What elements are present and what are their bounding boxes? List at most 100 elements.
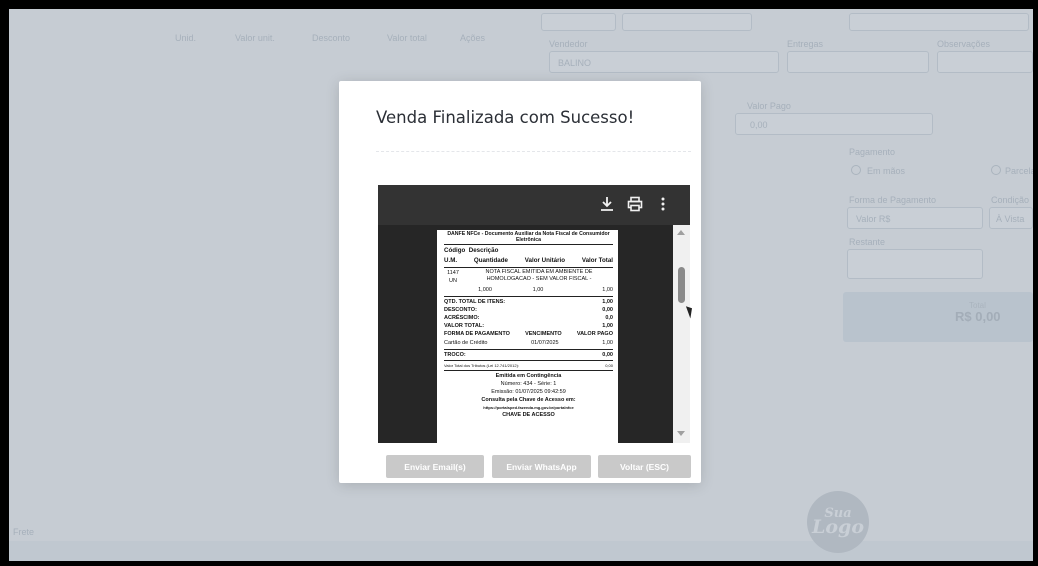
forma-pagamento-select[interactable]: Valor R$	[847, 207, 983, 229]
label-vendedor: Vendedor	[549, 39, 588, 49]
item-values-row: 1,000 1,00 1,00	[444, 285, 613, 295]
label-frete: Frete	[13, 527, 35, 537]
print-icon[interactable]	[626, 196, 644, 217]
acrescimo-row: ACRÉSCIMO: 0,0	[444, 314, 613, 322]
item-unit: UN	[449, 278, 457, 284]
receipt-header: DANFE NFCe - Documento Auxiliar da Nota …	[447, 231, 610, 243]
col-valor-unitario: Valor Unitário	[524, 257, 565, 264]
scroll-up-arrow-icon[interactable]	[677, 230, 685, 235]
col-header-unid: Unid.	[175, 33, 197, 43]
back-button[interactable]: Voltar (ESC)	[598, 455, 691, 478]
vendedor-select[interactable]: BALINO	[549, 51, 779, 73]
desconto-row: DESCONTO: 0,00	[444, 306, 613, 314]
col-header-desconto: Desconto	[312, 33, 351, 43]
pay-header-row: FORMA DE PAGAMENTO VENCIMENTO VALOR PAGO	[444, 330, 613, 338]
receipt-rule	[444, 244, 613, 245]
troco-label: TROCO:	[444, 352, 466, 358]
receipt-rule	[444, 349, 613, 350]
pay-col-venc: VENCIMENTO	[525, 331, 562, 337]
valor-pago-field[interactable]: 0,00	[735, 113, 933, 135]
app-window: Unid. Valor unit. Desconto Valor total A…	[9, 9, 1033, 561]
total-value: R$ 0,00	[955, 309, 1001, 324]
troco-value: 0,00	[602, 352, 613, 358]
col-quantidade: Quantidade	[473, 257, 508, 264]
col-header-acoes: Ações	[460, 33, 486, 43]
item-qty: 1,000	[478, 287, 492, 293]
qtd-value: 1,00	[602, 299, 613, 305]
desconto-label: DESCONTO:	[444, 307, 477, 313]
item-total: 1,00	[602, 287, 613, 293]
label-valor-pago: Valor Pago	[747, 101, 791, 111]
qtd-label: QTD. TOTAL DE ITENS:	[444, 299, 506, 305]
tributos-row: Valor Total dos Tributos (Lei 12.741/201…	[444, 362, 613, 369]
valor-total-value: 1,00	[602, 323, 613, 329]
logo-line2: Logo	[812, 516, 864, 539]
consulta-url: https://portalsped.fazenda.mg.gov.br/por…	[483, 405, 574, 410]
label-observacoes: Observações	[937, 39, 991, 49]
bg-field-2[interactable]	[622, 13, 752, 31]
col-um: U.M.	[444, 257, 458, 264]
send-whatsapp-button[interactable]: Enviar WhatsApp	[492, 455, 591, 478]
item-code: 1147	[447, 270, 459, 276]
condicao-value: À Vista	[996, 214, 1025, 224]
pdf-scrollbar[interactable]	[673, 225, 690, 443]
acrescimo-value: 0,0	[605, 315, 613, 321]
receipt-rule	[444, 296, 613, 297]
receipt-page: DANFE NFCe - Documento Auxiliar da Nota …	[437, 230, 618, 443]
pdf-content-area: DANFE NFCe - Documento Auxiliar da Nota …	[378, 225, 690, 443]
receipt-rule	[444, 267, 613, 268]
bottom-bar	[9, 541, 1033, 561]
send-email-button[interactable]: Enviar Email(s)	[386, 455, 484, 478]
item-unit-price: 1,00	[532, 287, 544, 293]
sua-logo: Sua Logo	[807, 491, 869, 553]
col-valor-total: Valor Total	[581, 257, 613, 264]
receipt-rule	[444, 360, 613, 361]
condicao-select[interactable]: À Vista	[989, 207, 1033, 229]
pay-col-valor: VALOR PAGO	[576, 331, 613, 337]
bg-field-3[interactable]	[849, 13, 1029, 31]
valor-total-row: VALOR TOTAL: 1,00	[444, 322, 613, 330]
pay-forma: Cartão de Crédito	[444, 340, 488, 346]
contingencia-text: Emitida em Contingência	[495, 373, 562, 379]
pay-row: Cartão de Crédito 01/07/2025 1,00	[444, 338, 613, 348]
pdf-toolbar	[378, 185, 690, 225]
acrescimo-label: ACRÉSCIMO:	[444, 315, 480, 321]
radio-parcelado[interactable]	[991, 165, 1001, 175]
scroll-thumb[interactable]	[678, 267, 685, 303]
tributos-label: Valor Total dos Tributos (Lei 12.741/201…	[444, 363, 520, 368]
observacoes-field[interactable]	[937, 51, 1033, 73]
download-icon[interactable]	[598, 196, 616, 217]
consulta-text: Consulta pela Chave de Acesso em:	[481, 397, 576, 403]
scroll-down-arrow-icon[interactable]	[677, 431, 685, 436]
valor-total-label: VALOR TOTAL:	[444, 323, 485, 329]
receipt-col-header-1: Código Descrição	[444, 246, 613, 256]
modal-title: Venda Finalizada com Sucesso!	[376, 108, 635, 127]
emissao-text: Emissão: 01/07/2025 09:42:59	[491, 389, 566, 395]
radio-em-maos-label: Em mãos	[867, 166, 906, 176]
item-desc: NOTA FISCAL EMITIDA EM AMBIENTE DE HOMOL…	[485, 269, 593, 282]
radio-parcelado-label: Parcelado	[1005, 166, 1033, 176]
label-entregas: Entregas	[787, 39, 824, 49]
modal-divider	[376, 151, 691, 152]
col-header-valor-unit: Valor unit.	[235, 33, 275, 43]
sale-success-modal: Venda Finalizada com Sucesso! DANFE NFCe…	[339, 81, 701, 483]
pay-col-forma: FORMA DE PAGAMENTO	[444, 331, 510, 337]
restante-box	[847, 249, 983, 279]
label-pagamento: Pagamento	[849, 147, 896, 157]
col-header-valor-total: Valor total	[387, 33, 427, 43]
receipt-col-header-2: U.M. Quantidade Valor Unitário Valor Tot…	[444, 256, 613, 266]
bg-field-1[interactable]	[541, 13, 616, 31]
forma-pagamento-value: Valor R$	[856, 214, 891, 224]
pay-venc: 01/07/2025	[531, 340, 559, 346]
chave-text: CHAVE DE ACESSO	[502, 412, 555, 418]
entregas-select[interactable]	[787, 51, 929, 73]
label-restante: Restante	[849, 237, 886, 247]
pay-valor: 1,00	[602, 340, 613, 346]
desconto-value: 0,00	[602, 307, 613, 313]
more-options-icon[interactable]	[654, 196, 672, 217]
pdf-viewer[interactable]: DANFE NFCe - Documento Auxiliar da Nota …	[378, 185, 690, 443]
col-descricao: Descrição	[468, 247, 499, 254]
label-condicao: Condição	[991, 195, 1030, 205]
numero-text: Número: 434 - Série: 1	[500, 381, 557, 387]
radio-em-maos[interactable]	[851, 165, 861, 175]
